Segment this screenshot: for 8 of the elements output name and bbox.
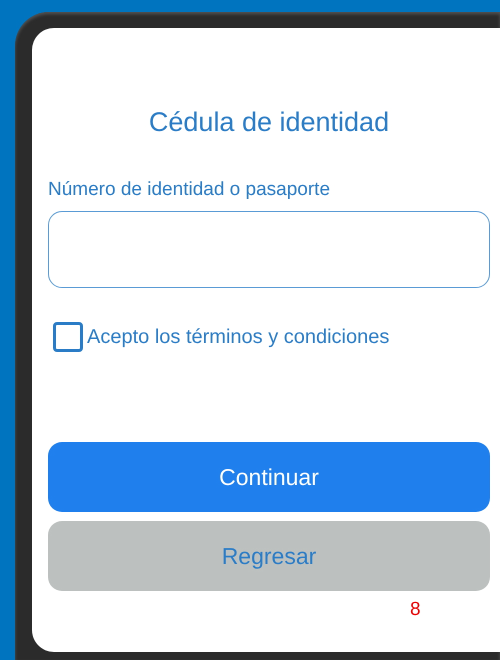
terms-label: Acepto los términos y condiciones bbox=[87, 325, 390, 350]
continue-button[interactable]: Continuar bbox=[48, 442, 490, 512]
back-button[interactable]: Regresar bbox=[48, 521, 490, 591]
terms-checkbox[interactable] bbox=[53, 322, 83, 352]
field-label: Número de identidad o pasaporte bbox=[48, 178, 332, 202]
screen-title: Cédula de identidad bbox=[148, 106, 390, 138]
page-number: 8 bbox=[410, 599, 422, 621]
id-input-field[interactable] bbox=[48, 211, 490, 288]
